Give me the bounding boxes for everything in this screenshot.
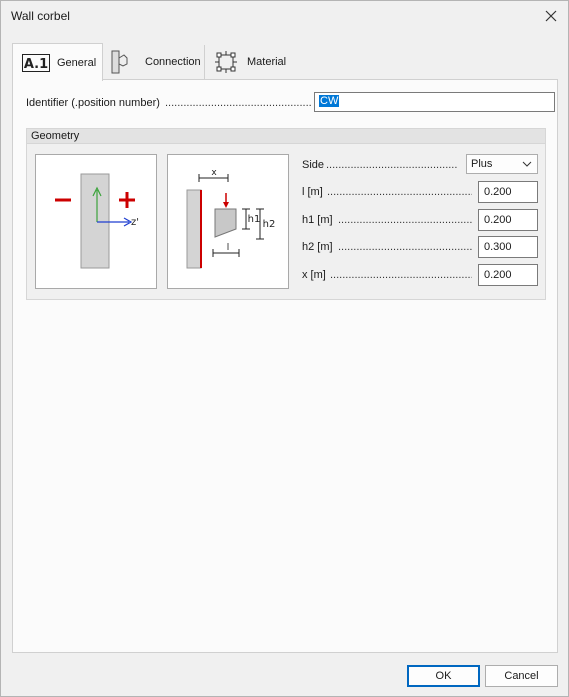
a1-icon: A.1 xyxy=(22,53,50,72)
side-dots: ........................................… xyxy=(326,159,458,171)
identifier-label: Identifier (.position number) xyxy=(26,97,160,109)
side-select[interactable]: Plus xyxy=(466,154,538,174)
x-input[interactable]: 0.200 xyxy=(478,264,538,286)
param-label-x: x [m] xyxy=(302,269,326,281)
svg-text:x: x xyxy=(211,168,217,178)
param-dots-h2: ........................................… xyxy=(338,241,472,253)
close-icon xyxy=(545,10,557,22)
param-label-h2: h2 [m] xyxy=(302,241,333,253)
dialog-window: Wall corbel A.1 General Connection Mater… xyxy=(0,0,569,697)
connection-icon xyxy=(111,50,128,74)
sign-convention-diagram: z' xyxy=(35,154,157,289)
dimension-diagram: x h1 h2 l xyxy=(167,154,289,289)
param-dots-x: ........................................… xyxy=(330,269,472,281)
identifier-value: CW xyxy=(319,95,340,107)
param-label-h1: h1 [m] xyxy=(302,214,333,226)
param-dots-l: ........................................… xyxy=(327,186,472,198)
general-panel: Identifier (.position number) ..........… xyxy=(12,79,558,653)
side-row: Side ...................................… xyxy=(302,154,538,176)
identifier-input[interactable]: CW xyxy=(314,92,555,112)
param-dots-h1: ........................................… xyxy=(338,214,472,226)
geometry-header: Geometry xyxy=(27,129,545,144)
identifier-dots: ........................................… xyxy=(165,97,311,109)
param-row-l: l [m] ..................................… xyxy=(302,181,538,203)
cancel-button[interactable]: Cancel xyxy=(485,665,558,687)
close-button[interactable] xyxy=(540,5,562,27)
chevron-down-icon xyxy=(522,161,532,167)
svg-text:h2: h2 xyxy=(263,219,276,230)
window-title: Wall corbel xyxy=(11,9,70,23)
geometry-group: Geometry z' x h1 h2 l Side .............… xyxy=(26,128,546,300)
tab-connection[interactable]: Connection xyxy=(102,45,205,79)
tab-connection-label: Connection xyxy=(145,56,201,68)
tab-general[interactable]: A.1 General xyxy=(12,43,103,81)
side-label: Side xyxy=(302,159,325,171)
identifier-row: Identifier (.position number) ..........… xyxy=(26,92,555,114)
title-bar: Wall corbel xyxy=(1,1,568,33)
z-axis-label: z' xyxy=(131,217,139,228)
param-row-h1: h1 [m] .................................… xyxy=(302,209,538,231)
tab-general-label: General xyxy=(57,56,97,69)
material-icon xyxy=(215,51,237,73)
h1-input[interactable]: 0.200 xyxy=(478,209,538,231)
l-input[interactable]: 0.200 xyxy=(478,181,538,203)
param-row-h2: h2 [m] .................................… xyxy=(302,236,538,258)
h2-input[interactable]: 0.300 xyxy=(478,236,538,258)
svg-text:h1: h1 xyxy=(248,214,261,225)
tab-material-label: Material xyxy=(247,56,287,68)
param-label-l: l [m] xyxy=(302,186,323,198)
ok-button[interactable]: OK xyxy=(407,665,480,687)
param-row-x: x [m] ..................................… xyxy=(302,264,538,286)
svg-text:l: l xyxy=(227,243,230,253)
side-value: Plus xyxy=(471,158,493,170)
tab-material[interactable]: Material xyxy=(205,45,290,79)
svg-text:A.1: A.1 xyxy=(24,57,48,72)
